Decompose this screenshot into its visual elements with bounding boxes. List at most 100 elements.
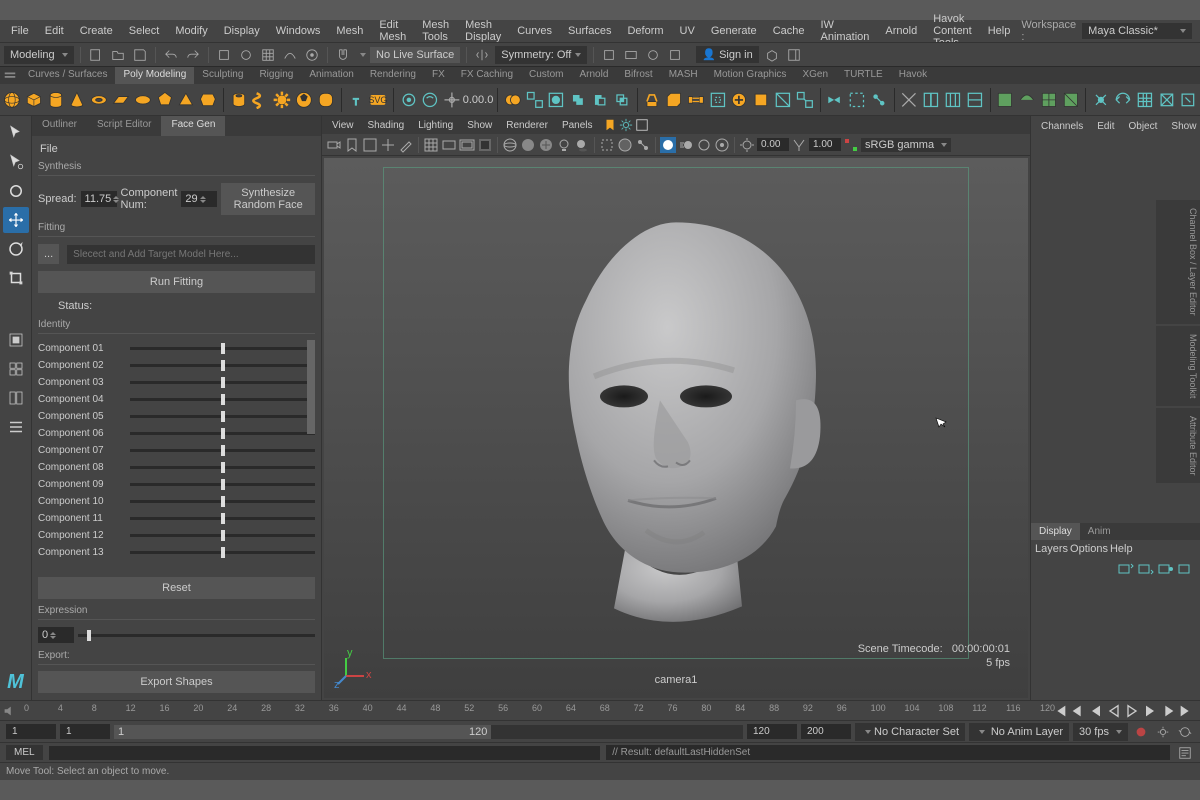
move-tool[interactable]: [3, 207, 29, 233]
component-num-input[interactable]: 29: [181, 191, 217, 207]
xray-joints-icon[interactable]: [635, 137, 651, 153]
component-slider[interactable]: [130, 500, 315, 503]
symmetry-icon[interactable]: [473, 46, 491, 64]
textured-icon[interactable]: [538, 137, 554, 153]
vp-menu-lighting[interactable]: Lighting: [412, 118, 459, 133]
vp-menu-show[interactable]: Show: [461, 118, 498, 133]
grid-icon[interactable]: [423, 137, 439, 153]
rotate-tool[interactable]: [3, 236, 29, 262]
component-slider[interactable]: [130, 449, 315, 452]
component-slider[interactable]: [130, 398, 315, 401]
vp-menu-panels[interactable]: Panels: [556, 118, 599, 133]
play-forward-icon[interactable]: [1124, 703, 1140, 719]
range-slider[interactable]: 1120: [114, 725, 743, 739]
image-plane-icon[interactable]: [362, 137, 378, 153]
menuset-dropdown[interactable]: Modeling: [4, 46, 74, 64]
facegen-file-menu[interactable]: File: [38, 140, 315, 158]
anim-start-input[interactable]: 1: [6, 724, 56, 739]
character-set-dropdown[interactable]: No Character Set: [855, 723, 965, 741]
snap-grid-icon[interactable]: [259, 46, 277, 64]
shelf-tab-rigging[interactable]: Rigging: [251, 67, 301, 84]
exposure-icon[interactable]: [739, 137, 755, 153]
triangulate-icon[interactable]: [1061, 86, 1081, 114]
center-pivot-icon[interactable]: [442, 86, 462, 114]
maximize-icon[interactable]: [635, 118, 649, 132]
wireframe-icon[interactable]: [502, 137, 518, 153]
exposure-input[interactable]: 0.00: [757, 138, 789, 151]
construct-history-icon[interactable]: [600, 46, 618, 64]
menu-create[interactable]: Create: [73, 22, 120, 40]
timeline-audio-icon[interactable]: [0, 702, 18, 720]
merge-icon[interactable]: [869, 86, 889, 114]
bool-inter-icon[interactable]: [612, 86, 632, 114]
single-pane-icon[interactable]: [3, 327, 29, 353]
layer-move-down-icon[interactable]: [1138, 562, 1154, 576]
poly-cone-icon[interactable]: [67, 86, 87, 114]
poly-platonic-icon[interactable]: [155, 86, 175, 114]
lasso-tool[interactable]: [3, 149, 29, 175]
poly-type-icon[interactable]: T: [346, 86, 366, 114]
grease-pencil-icon[interactable]: [398, 137, 414, 153]
fps-dropdown[interactable]: 30 fps: [1073, 723, 1128, 741]
fill-hole-icon[interactable]: [708, 86, 728, 114]
browse-target-button[interactable]: ...: [38, 244, 59, 264]
run-fitting-button[interactable]: Run Fitting: [38, 271, 315, 293]
spread-input[interactable]: 11.75: [81, 191, 117, 207]
expression-slider[interactable]: [78, 634, 315, 637]
wedge-icon[interactable]: [773, 86, 793, 114]
poly-disc-icon[interactable]: [133, 86, 153, 114]
shelf-tab-sculpting[interactable]: Sculpting: [194, 67, 251, 84]
menu-curves[interactable]: Curves: [510, 22, 559, 40]
undo-icon[interactable]: [162, 46, 180, 64]
poly-cylinder-icon[interactable]: [46, 86, 66, 114]
chbox-edit[interactable]: Edit: [1091, 119, 1120, 134]
open-scene-icon[interactable]: [109, 46, 127, 64]
magnet-icon[interactable]: [334, 46, 352, 64]
step-forward-key-icon[interactable]: [1160, 703, 1176, 719]
poly-plane-icon[interactable]: [111, 86, 131, 114]
layer-tab-anim[interactable]: Anim: [1080, 523, 1119, 540]
panel-tab-face-gen[interactable]: Face Gen: [161, 116, 225, 136]
select-mask-icon[interactable]: [215, 46, 233, 64]
menu-windows[interactable]: Windows: [269, 22, 328, 40]
script-editor-icon[interactable]: [1176, 744, 1194, 762]
shelf-tab-curves[interactable]: Curves / Surfaces: [20, 67, 115, 84]
sculpt-geo-icon[interactable]: [1091, 86, 1111, 114]
layer-new-empty-icon[interactable]: [1178, 562, 1194, 576]
svg-tool-icon[interactable]: SVG: [368, 86, 388, 114]
poke-icon[interactable]: [1157, 86, 1177, 114]
menu-file[interactable]: File: [4, 22, 36, 40]
vp-menu-view[interactable]: View: [326, 118, 360, 133]
menu-mesh[interactable]: Mesh: [329, 22, 370, 40]
bridge-icon[interactable]: [686, 86, 706, 114]
menu-generate[interactable]: Generate: [704, 22, 764, 40]
anim-prefs-icon[interactable]: [1154, 723, 1172, 741]
connect-icon[interactable]: [965, 86, 985, 114]
four-pane-icon[interactable]: [3, 356, 29, 382]
layer-move-up-icon[interactable]: [1118, 562, 1134, 576]
side-tab-attribute-editor[interactable]: Attribute Editor: [1156, 408, 1200, 484]
workspace-dropdown[interactable]: Maya Classic*: [1082, 23, 1192, 39]
poly-torus-icon[interactable]: [89, 86, 109, 114]
ipr-icon[interactable]: [666, 46, 684, 64]
ao-icon[interactable]: [660, 137, 676, 153]
menu-arnold[interactable]: Arnold: [878, 22, 924, 40]
bevel-icon[interactable]: [664, 86, 684, 114]
shaded-icon[interactable]: [520, 137, 536, 153]
component-slider[interactable]: [130, 483, 315, 486]
select-mode-icon[interactable]: [237, 46, 255, 64]
poly-prism-icon[interactable]: [198, 86, 218, 114]
shelf-tab-xgen[interactable]: XGen: [794, 67, 836, 84]
mirror-icon[interactable]: [825, 86, 845, 114]
playback-start-input[interactable]: 1: [60, 724, 110, 739]
multicut-icon[interactable]: [899, 86, 919, 114]
retopo-icon[interactable]: [1135, 86, 1155, 114]
shelf-tab-turtle[interactable]: TURTLE: [836, 67, 891, 84]
step-back-icon[interactable]: [1088, 703, 1104, 719]
autokey-icon[interactable]: [1132, 723, 1150, 741]
2d-pan-icon[interactable]: [380, 137, 396, 153]
poly-helix-icon[interactable]: [250, 86, 270, 114]
vp-menu-renderer[interactable]: Renderer: [500, 118, 554, 133]
camera-select-icon[interactable]: [326, 137, 342, 153]
shelf-tab-animation[interactable]: Animation: [301, 67, 361, 84]
